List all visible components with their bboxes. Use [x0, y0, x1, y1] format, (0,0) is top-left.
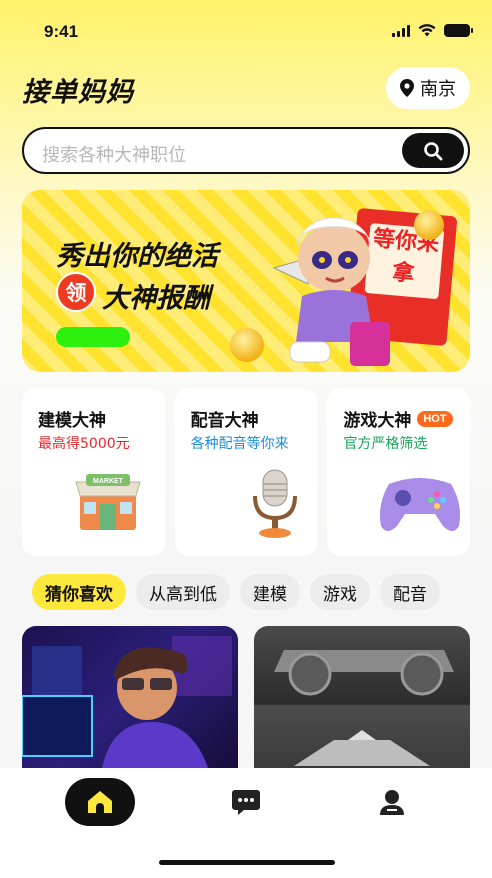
filter-chip-high-to-low[interactable]: 从高到低	[136, 574, 230, 610]
cartoon-mascot-illustration	[272, 217, 390, 366]
gamepad-icon	[380, 478, 461, 531]
filter-chip-voice[interactable]: 配音	[380, 574, 440, 610]
banner-cta-button[interactable]	[56, 327, 130, 347]
city-selector[interactable]: 南京	[386, 67, 470, 109]
hot-badge: HOT	[417, 410, 453, 427]
search-button[interactable]	[402, 133, 464, 168]
status-time: 9:41	[44, 22, 79, 41]
tab-home[interactable]	[65, 778, 135, 826]
status-bar: 9:41	[0, 0, 492, 60]
filter-chip-gaming[interactable]: 游戏	[310, 574, 370, 610]
banner-headline: 秀出你的绝活	[56, 241, 218, 272]
search-icon	[424, 141, 443, 160]
category-subtitle: 官方严格筛选	[343, 436, 428, 452]
tab-profile[interactable]	[357, 778, 427, 826]
promo-banner[interactable]: 秀出你的绝活 领 大神报酬 等你来拿	[22, 190, 470, 372]
signal-icon	[392, 24, 410, 37]
svg-text:MARKET: MARKET	[93, 478, 124, 485]
status-icons	[392, 24, 473, 37]
tab-messages[interactable]	[211, 778, 281, 826]
city-label: 南京	[420, 79, 456, 100]
coin-icon	[414, 210, 444, 240]
filter-chip-guess-you-like[interactable]: 猜你喜欢	[32, 574, 126, 610]
user-icon	[380, 790, 404, 815]
category-card-voice[interactable]: 配音大神 各种配音等你来	[174, 388, 318, 556]
home-indicator	[159, 860, 335, 865]
category-card-gaming[interactable]: 游戏大神 HOT 官方严格筛选	[327, 388, 471, 556]
banner-badge: 领	[56, 272, 96, 312]
app-title: 接单妈妈	[22, 77, 134, 108]
category-subtitle: 各种配音等你来	[190, 436, 289, 452]
category-title: 建模大神	[38, 411, 106, 431]
vehicle-model-illustration	[274, 650, 454, 766]
filter-chip-modeling[interactable]: 建模	[240, 574, 300, 610]
job-card-image-gamer[interactable]	[22, 626, 238, 768]
chat-bubble-icon	[232, 790, 260, 815]
market-store-icon: MARKET	[75, 474, 141, 530]
home-icon	[88, 791, 112, 813]
category-cards: 建模大神 最高得5000元 MARKET 配音大神 各种配音等你来 游戏大神 H…	[22, 388, 471, 556]
category-subtitle: 最高得5000元	[38, 436, 130, 452]
gamer-illustration	[22, 636, 232, 768]
category-title: 游戏大神 HOT	[343, 406, 453, 431]
microphone-icon	[252, 469, 297, 538]
location-pin-icon	[400, 79, 414, 97]
category-title: 配音大神	[190, 411, 259, 431]
banner-subheadline: 大神报酬	[102, 283, 210, 314]
job-card-image-vehicle[interactable]	[254, 626, 470, 768]
search-bar[interactable]: 搜索各种大神职位	[22, 127, 470, 174]
search-placeholder: 搜索各种大神职位	[42, 145, 186, 166]
battery-icon	[444, 24, 473, 37]
filter-chips: 猜你喜欢 从高到低 建模 游戏 配音	[32, 574, 440, 610]
category-card-modeling[interactable]: 建模大神 最高得5000元 MARKET	[22, 388, 165, 556]
wifi-icon	[418, 24, 436, 37]
